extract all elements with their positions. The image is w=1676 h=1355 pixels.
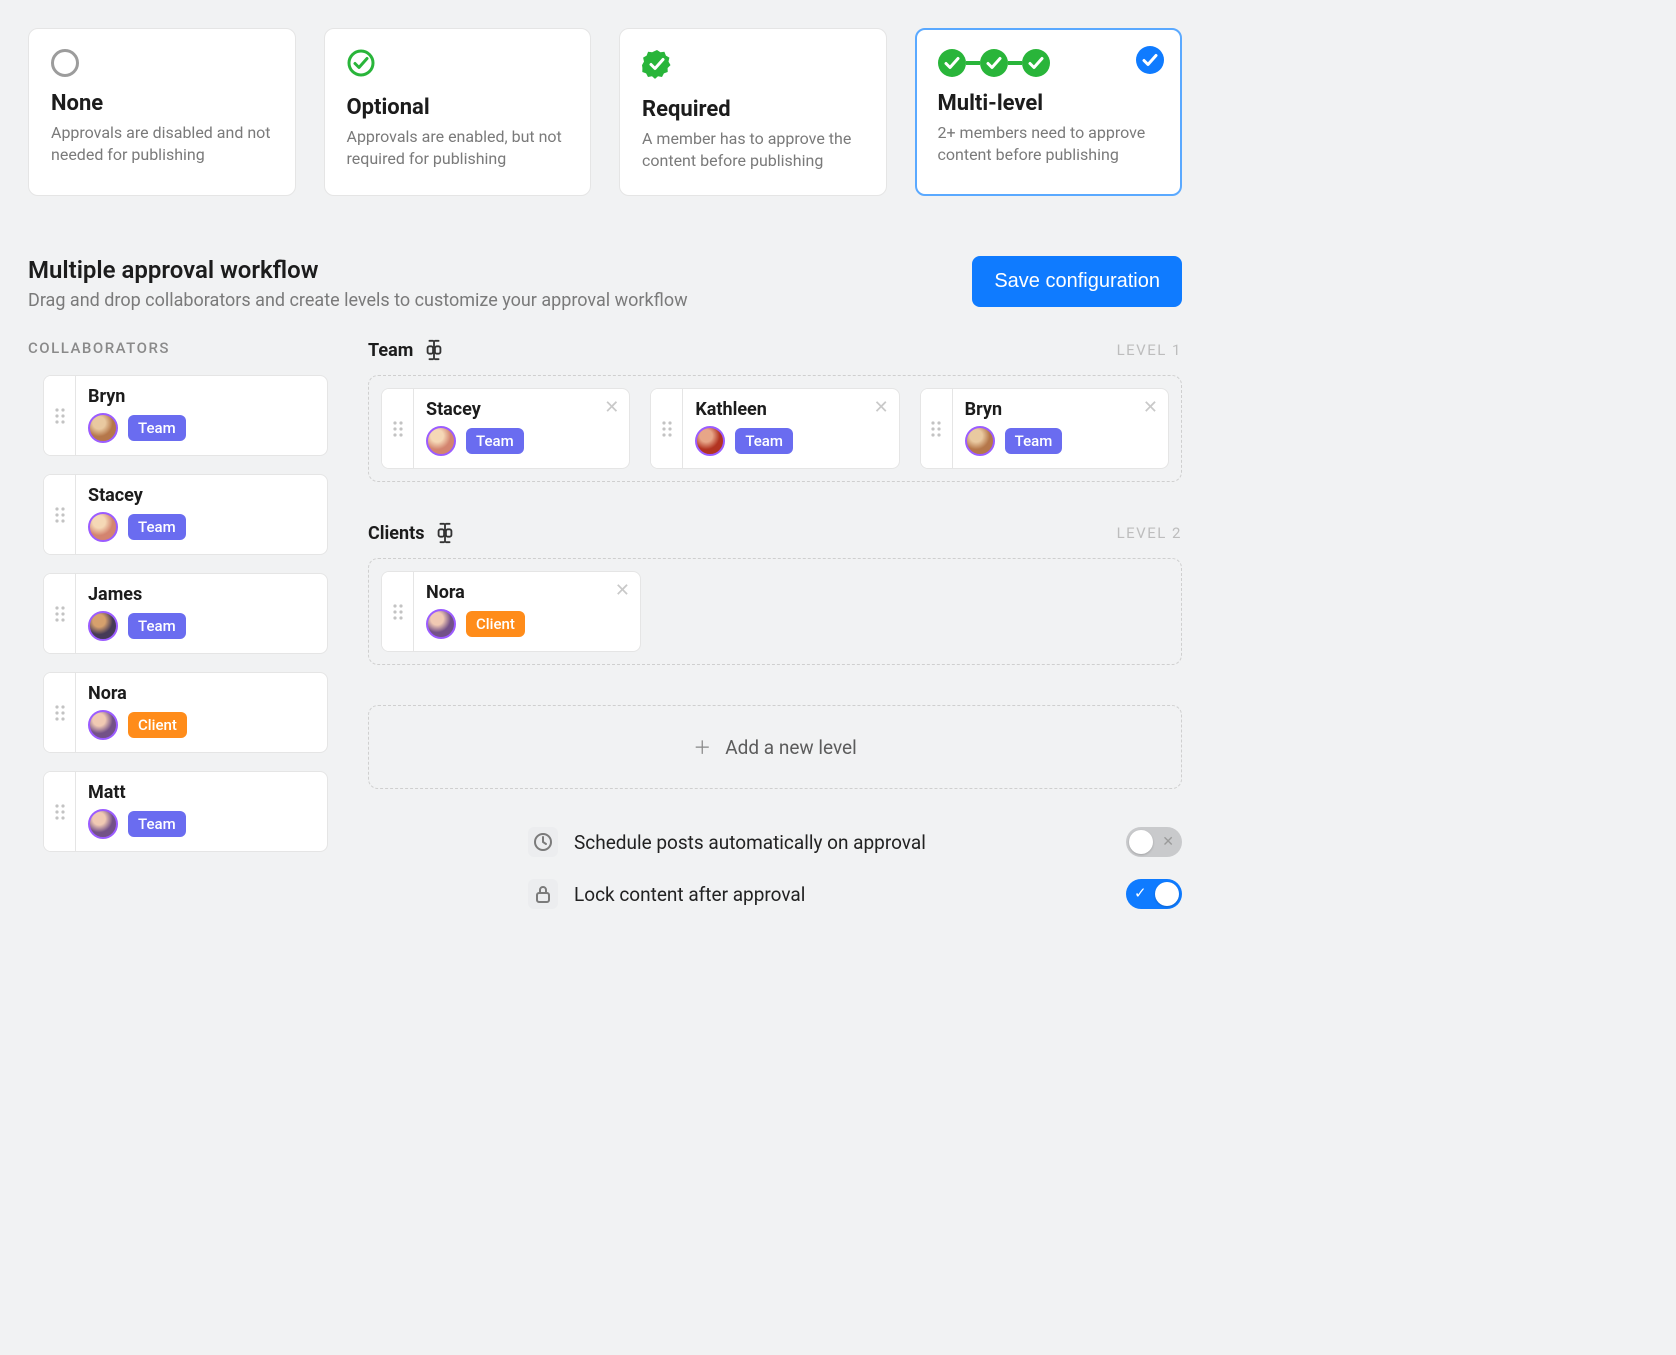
person-card[interactable]: ✕ Kathleen Team	[650, 388, 899, 469]
option-optional[interactable]: Optional Approvals are enabled, but not …	[324, 28, 592, 196]
approval-mode-options: None Approvals are disabled and not need…	[28, 28, 1182, 196]
remove-person-button[interactable]: ✕	[1143, 399, 1158, 417]
role-tag: Client	[466, 611, 525, 637]
collaborators-panel: COLLABORATORS Bryn Team Stacey Team	[28, 339, 328, 852]
avatar	[695, 426, 725, 456]
setting-lock-row: Lock content after approval ✓	[368, 879, 1182, 909]
role-tag: Team	[128, 415, 186, 441]
remove-person-button[interactable]: ✕	[874, 399, 889, 417]
role-tag: Team	[128, 514, 186, 540]
setting-schedule-toggle[interactable]: ✕	[1126, 827, 1182, 857]
lock-icon	[528, 879, 558, 909]
person-card[interactable]: ✕ Bryn Team	[920, 388, 1169, 469]
approval-level: Clients LEVEL 2 ✕ Nora Client	[368, 522, 1182, 665]
role-tag: Team	[466, 428, 524, 454]
setting-schedule-row: Schedule posts automatically on approval…	[368, 827, 1182, 857]
avatar	[426, 609, 456, 639]
person-name: Matt	[88, 782, 315, 803]
multilevel-icon	[938, 49, 1160, 77]
option-title: Optional	[347, 95, 569, 120]
clock-icon	[528, 827, 558, 857]
option-desc: 2+ members need to approve content befor…	[938, 122, 1160, 165]
add-level-label: Add a new level	[725, 736, 857, 759]
avatar	[88, 809, 118, 839]
workflow-title: Multiple approval workflow	[28, 256, 688, 284]
role-tag: Team	[128, 811, 186, 837]
drag-handle-icon[interactable]	[382, 572, 414, 651]
person-name: Bryn	[88, 386, 315, 407]
drag-handle-icon[interactable]	[651, 389, 683, 468]
drag-handle-icon[interactable]	[382, 389, 414, 468]
person-card[interactable]: Stacey Team	[43, 474, 328, 555]
drag-handle-icon[interactable]	[921, 389, 953, 468]
avatar	[88, 611, 118, 641]
level-number-label: LEVEL 2	[1117, 524, 1182, 542]
setting-lock-label: Lock content after approval	[574, 883, 805, 906]
setting-lock-toggle[interactable]: ✓	[1126, 879, 1182, 909]
drag-handle-icon[interactable]	[44, 772, 76, 851]
check-badge-icon	[642, 49, 672, 79]
plus-icon: ＋	[693, 734, 711, 760]
avatar	[88, 413, 118, 443]
drag-handle-icon[interactable]	[44, 673, 76, 752]
avatar	[88, 512, 118, 542]
person-card[interactable]: Nora Client	[43, 672, 328, 753]
avatar	[965, 426, 995, 456]
role-tag: Team	[1005, 428, 1063, 454]
person-name: Stacey	[426, 399, 617, 420]
option-desc: Approvals are enabled, but not required …	[347, 126, 569, 169]
check-icon: ✓	[1134, 884, 1147, 902]
drag-handle-icon[interactable]	[44, 376, 76, 455]
workflow-header: Multiple approval workflow Drag and drop…	[28, 256, 1182, 311]
person-name: Nora	[88, 683, 315, 704]
avatar	[426, 426, 456, 456]
levels-panel: Team LEVEL 1 ✕ Stacey Team	[368, 339, 1182, 909]
person-name: Nora	[426, 582, 628, 603]
approval-settings: Schedule posts automatically on approval…	[368, 827, 1182, 909]
option-required[interactable]: Required A member has to approve the con…	[619, 28, 887, 196]
rename-level-icon[interactable]	[436, 522, 454, 544]
person-card[interactable]: ✕ Nora Client	[381, 571, 641, 652]
empty-circle-icon	[51, 49, 79, 77]
person-name: Stacey	[88, 485, 315, 506]
avatar	[88, 710, 118, 740]
remove-person-button[interactable]: ✕	[604, 399, 619, 417]
option-desc: A member has to approve the content befo…	[642, 128, 864, 171]
rename-level-icon[interactable]	[425, 339, 443, 361]
approval-level: Team LEVEL 1 ✕ Stacey Team	[368, 339, 1182, 482]
check-outline-icon	[347, 49, 375, 77]
level-dropzone[interactable]: ✕ Stacey Team ✕ Kathleen Team ✕ Bryn	[368, 375, 1182, 482]
option-title: Multi-level	[938, 91, 1160, 116]
x-icon: ✕	[1162, 834, 1174, 850]
person-card[interactable]: James Team	[43, 573, 328, 654]
person-name: Bryn	[965, 399, 1156, 420]
drag-handle-icon[interactable]	[44, 475, 76, 554]
level-dropzone[interactable]: ✕ Nora Client	[368, 558, 1182, 665]
option-multilevel[interactable]: Multi-level 2+ members need to approve c…	[915, 28, 1183, 196]
level-name: Team	[368, 340, 413, 361]
option-desc: Approvals are disabled and not needed fo…	[51, 122, 273, 165]
person-card[interactable]: Matt Team	[43, 771, 328, 852]
role-tag: Client	[128, 712, 187, 738]
setting-schedule-label: Schedule posts automatically on approval	[574, 831, 926, 854]
role-tag: Team	[128, 613, 186, 639]
option-title: Required	[642, 97, 864, 122]
person-name: Kathleen	[695, 399, 886, 420]
workflow-subtitle: Drag and drop collaborators and create l…	[28, 290, 688, 311]
remove-person-button[interactable]: ✕	[615, 582, 630, 600]
level-number-label: LEVEL 1	[1117, 341, 1182, 359]
option-title: None	[51, 91, 273, 116]
person-card[interactable]: ✕ Stacey Team	[381, 388, 630, 469]
person-card[interactable]: Bryn Team	[43, 375, 328, 456]
save-configuration-button[interactable]: Save configuration	[972, 256, 1182, 307]
role-tag: Team	[735, 428, 793, 454]
add-level-button[interactable]: ＋ Add a new level	[368, 705, 1182, 789]
drag-handle-icon[interactable]	[44, 574, 76, 653]
option-none[interactable]: None Approvals are disabled and not need…	[28, 28, 296, 196]
collaborators-heading: COLLABORATORS	[28, 339, 328, 357]
level-name: Clients	[368, 523, 424, 544]
person-name: James	[88, 584, 315, 605]
selected-check-icon	[1136, 46, 1164, 74]
